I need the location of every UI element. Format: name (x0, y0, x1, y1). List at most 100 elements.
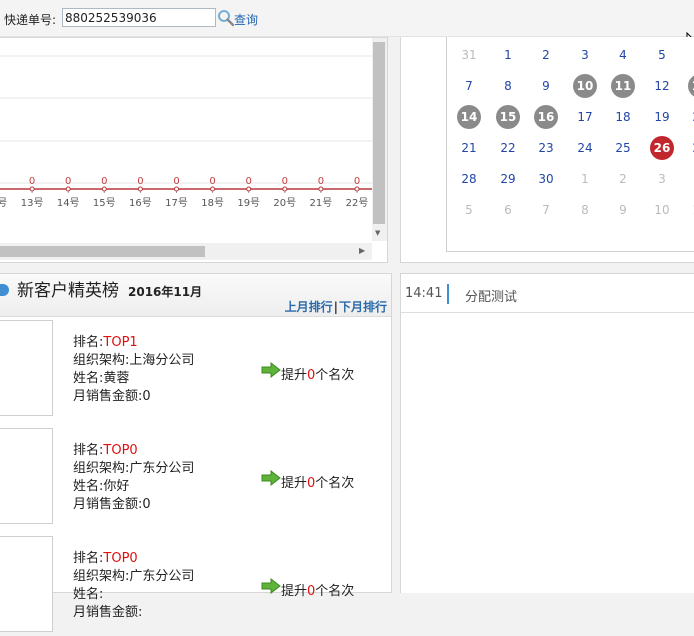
chart-vertical-scrollbar[interactable]: ▼ (372, 38, 387, 241)
x-tick-label: 13号 (21, 197, 44, 209)
calendar-day[interactable]: 23 (534, 136, 558, 160)
calendar-day[interactable]: 3 (650, 167, 674, 191)
calendar-day[interactable]: 15 (496, 105, 520, 129)
green-arrow-icon (261, 362, 281, 378)
name-line: 姓名:你好 (73, 478, 194, 496)
calendar-day[interactable]: 17 (573, 105, 597, 129)
calendar-day[interactable]: 5 (457, 198, 481, 222)
data-point (354, 186, 360, 192)
data-label: 0 (318, 176, 324, 187)
ranking-month: 2016年11月 (128, 285, 203, 299)
calendar-day[interactable]: 3 (573, 43, 597, 67)
calendar-day[interactable]: 24 (573, 136, 597, 160)
name-line: 姓名:黄蓉 (73, 370, 194, 388)
calendar-day[interactable]: 9 (611, 198, 635, 222)
data-label: 0 (137, 176, 143, 187)
sales-key: 月销售金额: (73, 497, 143, 512)
calendar-day[interactable]: 18 (611, 105, 635, 129)
month-nav-links: 上月排行|下月排行 (285, 298, 387, 315)
data-label: 0 (209, 176, 215, 187)
promo-suffix: 个名次 (315, 476, 355, 491)
calendar-day[interactable]: 30 (534, 167, 558, 191)
daily-line-chart: 0 12号 0 13号 0 14号 0 15号 0 16号 0 17号 0 18号 0 19号 0 20号 0 21号… (0, 55, 372, 209)
calendar-grid: 3112345789101112131415161718192021222324… (446, 37, 694, 252)
notice-panel: 14:41 分配测试 (400, 273, 694, 593)
sales-value: 0 (142, 389, 151, 404)
sales-line: 月销售金额:0 (73, 496, 194, 514)
calendar-day[interactable]: 1 (573, 167, 597, 191)
x-tick-label: 20号 (273, 197, 296, 209)
calendar-day[interactable]: 13 (688, 74, 694, 98)
tracking-number-input[interactable] (62, 8, 216, 27)
calendar-day[interactable]: 11 (688, 198, 694, 222)
query-link[interactable]: 查询 (234, 11, 258, 28)
avatar (0, 536, 53, 632)
scroll-down-arrow-icon[interactable]: ▼ (375, 229, 380, 237)
calendar-day[interactable]: 4 (611, 43, 635, 67)
ranking-title: 新客户精英榜 (17, 281, 119, 301)
calendar-day[interactable]: 8 (496, 74, 520, 98)
name-value: 黄蓉 (103, 371, 130, 386)
sales-line: 月销售金额: (73, 604, 194, 622)
calendar-day[interactable]: 10 (573, 74, 597, 98)
calendar-day[interactable]: 29 (496, 167, 520, 191)
calendar-day[interactable]: 19 (650, 105, 674, 129)
calendar-day[interactable]: 7 (534, 198, 558, 222)
calendar-day[interactable]: 31 (457, 43, 481, 67)
org-key: 组织架构: (73, 569, 130, 584)
ranking-info: 排名:TOP0 组织架构:广东分公司 姓名: 月销售金额: (73, 550, 194, 622)
x-tick-label: 19号 (237, 197, 260, 209)
calendar-day[interactable]: 5 (650, 43, 674, 67)
chart-horizontal-scrollbar[interactable]: ▶ (0, 243, 372, 260)
calendar-day[interactable]: 22 (496, 136, 520, 160)
data-label: 0 (173, 176, 179, 187)
calendar-day[interactable]: 1 (496, 43, 520, 67)
data-label: 0 (101, 176, 107, 187)
calendar-day[interactable]: 27 (688, 136, 694, 160)
x-tick-label: 17号 (165, 197, 188, 209)
calendar-day[interactable]: 25 (611, 136, 635, 160)
calendar-day[interactable]: 10 (650, 198, 674, 222)
data-label: 0 (65, 176, 71, 187)
calendar-day[interactable]: 14 (457, 105, 481, 129)
prev-month-link[interactable]: 上月排行 (285, 300, 333, 314)
avatar (0, 428, 53, 524)
calendar-day[interactable]: 26 (650, 136, 674, 160)
horizontal-scroll-thumb[interactable] (0, 246, 205, 257)
promo-count: 0 (307, 584, 316, 599)
notice-item[interactable]: 14:41 分配测试 (401, 274, 694, 313)
promo-suffix: 个名次 (315, 368, 355, 383)
notice-text: 分配测试 (465, 290, 518, 305)
calendar-day[interactable]: 28 (457, 167, 481, 191)
calendar-day[interactable]: 12 (650, 74, 674, 98)
org-value: 广东分公司 (129, 569, 195, 584)
rank-line: 排名:TOP0 (73, 442, 194, 460)
calendar-day[interactable]: 7 (457, 74, 481, 98)
org-line: 组织架构:上海分公司 (73, 352, 194, 370)
calendar-day[interactable]: 9 (534, 74, 558, 98)
calendar-day[interactable]: 16 (534, 105, 558, 129)
calendar-day[interactable]: 6 (496, 198, 520, 222)
rank-key: 排名: (73, 551, 104, 566)
calendar-day[interactable]: 20 (688, 105, 694, 129)
data-point (318, 186, 324, 192)
calendar-day[interactable]: 21 (457, 136, 481, 160)
calendar-day[interactable]: 11 (611, 74, 635, 98)
search-icon[interactable] (217, 9, 235, 27)
x-tick-label: 12号 (0, 197, 7, 209)
calendar-day[interactable]: 8 (573, 198, 597, 222)
org-value: 广东分公司 (129, 461, 195, 476)
sales-key: 月销售金额: (73, 605, 143, 620)
ranking-item: 排名:TOP1 组织架构:上海分公司 姓名:黄蓉 月销售金额:0 提升0个名次 (0, 320, 391, 420)
rank-value: TOP0 (103, 551, 138, 566)
notice-time: 14:41 (405, 286, 443, 301)
vertical-scroll-thumb[interactable] (373, 42, 385, 224)
next-month-link[interactable]: 下月排行 (339, 300, 387, 314)
ranking-info: 排名:TOP0 组织架构:广东分公司 姓名:你好 月销售金额:0 (73, 442, 194, 514)
calendar-day[interactable]: 2 (611, 167, 635, 191)
ranking-header: 新客户精英榜 2016年11月 上月排行|下月排行 (0, 274, 391, 317)
data-point (29, 186, 35, 192)
scroll-right-arrow-icon[interactable]: ▶ (359, 246, 365, 255)
calendar-day[interactable]: 2 (534, 43, 558, 67)
sales-line: 月销售金额:0 (73, 388, 194, 406)
